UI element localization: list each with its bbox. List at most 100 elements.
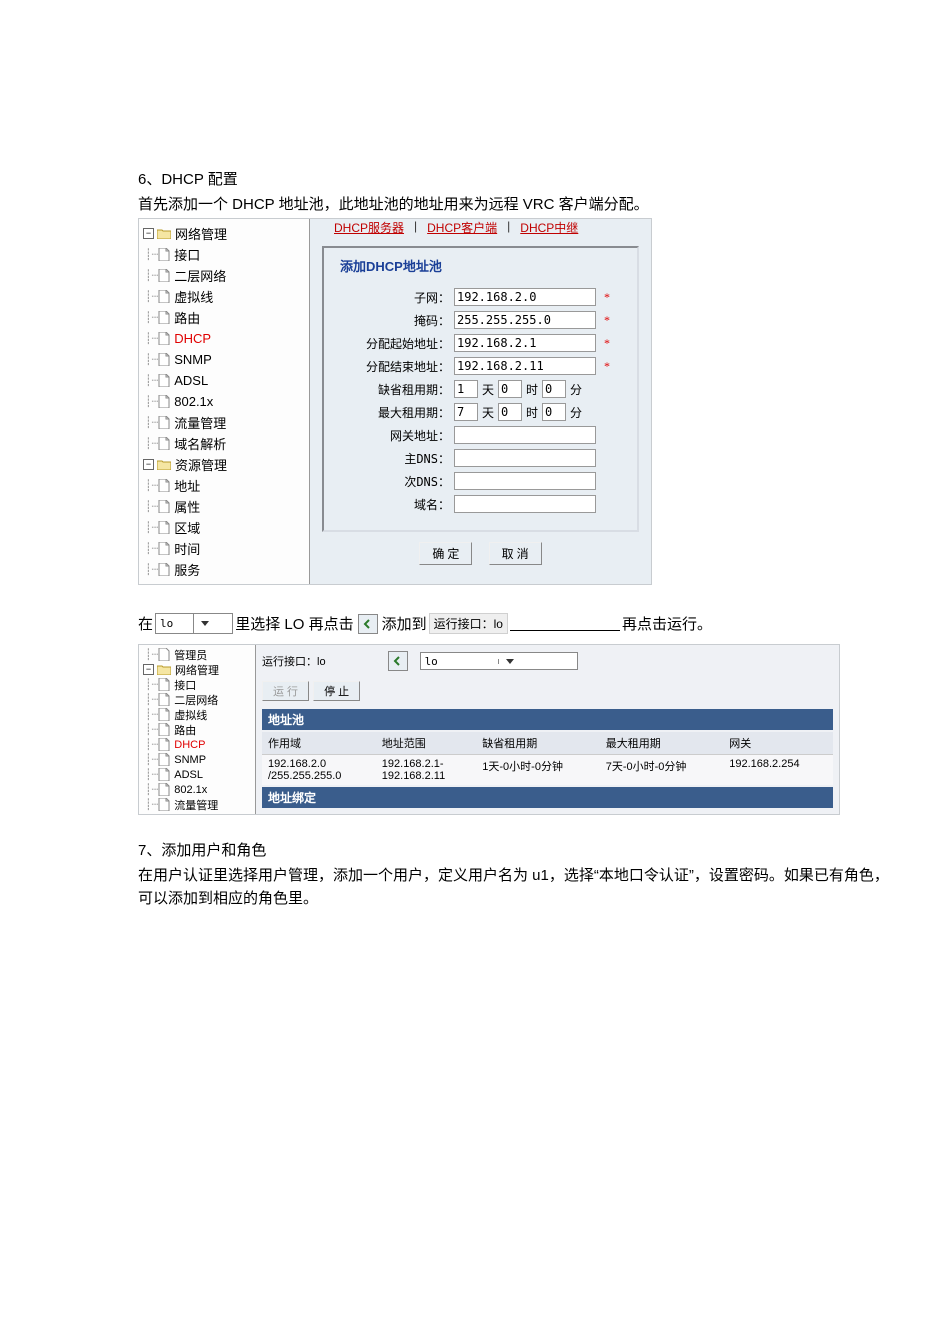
collapse-icon[interactable]: − <box>143 459 154 470</box>
tree-label: 流量管理 <box>174 797 218 813</box>
cell-range: 192.168.2.1- 192.168.2.11 <box>376 755 476 786</box>
input-max-lease-hours[interactable] <box>498 403 522 421</box>
tree-item[interactable]: ┊┈802.1x <box>139 782 255 797</box>
input-end-addr[interactable] <box>454 357 596 375</box>
tree-label: 网络管理 <box>175 662 219 678</box>
inline-instruction: 在 lo 里选择 LO 再点击 添加到 运行接口：lo 再点击运行。 <box>138 613 890 634</box>
tree-item[interactable]: ┊┈路由 <box>139 307 309 328</box>
tree-item[interactable]: ┊┈ 管理员 <box>139 647 255 662</box>
tree-item[interactable]: ┊┈802.1x <box>139 391 309 412</box>
file-icon <box>158 753 170 766</box>
file-icon <box>158 374 170 387</box>
tree-label: SNMP <box>174 352 212 367</box>
label-domain: 域名： <box>330 496 450 513</box>
unit-hour: 时 <box>526 381 538 398</box>
nav-tree-small: ┊┈ 管理员 − 网络管理 ┊┈接口┊┈二层网络┊┈虚拟线┊┈路由┊┈DHCP┊… <box>139 645 256 814</box>
input-default-lease-hours[interactable] <box>498 380 522 398</box>
tab-dhcp-server[interactable]: DHCP服务器 <box>334 219 404 236</box>
tree-item[interactable]: ┊┈地址 <box>139 475 309 496</box>
file-icon <box>158 290 170 303</box>
tree-item[interactable]: ┊┈服务 <box>139 559 309 580</box>
input-max-lease-days[interactable] <box>454 403 478 421</box>
section-6-intro: 首先添加一个 DHCP 地址池，此地址池的地址用来为远程 VRC 客户端分配。 <box>138 193 890 214</box>
input-start-addr[interactable] <box>454 334 596 352</box>
tab-separator: | <box>507 219 510 236</box>
unit-hour: 时 <box>526 404 538 421</box>
blank-underline <box>510 616 620 631</box>
tree-item[interactable]: ┊┈路由 <box>139 722 255 737</box>
arrow-left-icon[interactable] <box>358 614 378 634</box>
input-default-lease-days[interactable] <box>454 380 478 398</box>
tree-item[interactable]: ┊┈流量管理 <box>139 797 255 812</box>
required-mark: * <box>604 359 610 374</box>
tree-folder-network-small[interactable]: − 网络管理 <box>139 662 255 677</box>
tree-label: 时间 <box>174 539 200 558</box>
tree-item[interactable]: ┊┈流量管理 <box>139 412 309 433</box>
tree-item[interactable]: ┊┈虚拟线 <box>139 286 309 307</box>
collapse-icon[interactable]: − <box>143 228 154 239</box>
folder-icon <box>157 459 171 470</box>
tree-item[interactable]: ┊┈二层网络 <box>139 692 255 707</box>
label-secondary-dns: 次DNS： <box>330 473 450 490</box>
cancel-button[interactable]: 取 消 <box>489 542 542 565</box>
file-icon <box>158 395 170 408</box>
address-binding-heading: 地址绑定 <box>262 787 833 808</box>
tab-dhcp-client[interactable]: DHCP客户端 <box>427 219 497 236</box>
unit-day: 天 <box>482 404 494 421</box>
tree-item[interactable]: ┊┈域名解析 <box>139 433 309 454</box>
tree-label: 802.1x <box>174 784 207 796</box>
ok-button[interactable]: 确 定 <box>419 542 472 565</box>
tree-label: 二层网络 <box>174 266 226 285</box>
input-max-lease-mins[interactable] <box>542 403 566 421</box>
tree-item[interactable]: ┊┈SNMP <box>139 349 309 370</box>
file-icon <box>158 332 170 345</box>
tree-item[interactable]: ┊┈时间 <box>139 538 309 559</box>
running-interface-label: 运行接口：lo <box>262 653 326 669</box>
collapse-icon[interactable]: − <box>143 664 154 675</box>
tree-item[interactable]: ┊┈属性 <box>139 496 309 517</box>
file-icon <box>158 693 170 706</box>
file-icon <box>158 678 170 691</box>
tree-item[interactable]: ┊┈接口 <box>139 677 255 692</box>
file-icon <box>158 479 170 492</box>
tree-item[interactable]: ┊┈区域 <box>139 517 309 538</box>
tree-label: 路由 <box>174 722 196 738</box>
tree-item[interactable]: ┊┈接口 <box>139 244 309 265</box>
tree-item[interactable]: ┊┈二层网络 <box>139 265 309 286</box>
chevron-down-icon[interactable] <box>193 614 232 633</box>
tree-item[interactable]: ┊┈虚拟线 <box>139 707 255 722</box>
input-subnet[interactable] <box>454 288 596 306</box>
tree-item[interactable]: ┊┈ADSL <box>139 767 255 782</box>
tree-folder-resource[interactable]: − 资源管理 <box>139 454 309 475</box>
tab-separator: | <box>414 219 417 236</box>
interface-combobox[interactable]: lo <box>155 613 233 634</box>
arrow-left-icon[interactable] <box>388 651 408 671</box>
run-button[interactable]: 运 行 <box>262 681 309 701</box>
input-primary-dns[interactable] <box>454 449 596 467</box>
tree-item[interactable]: ┊┈DHCP <box>139 737 255 752</box>
stop-button[interactable]: 停 止 <box>313 681 360 701</box>
tab-dhcp-relay[interactable]: DHCP中继 <box>520 219 578 236</box>
tree-item[interactable]: ┊┈ADSL <box>139 370 309 391</box>
label-mask: 掩码： <box>330 312 450 329</box>
input-domain[interactable] <box>454 495 596 513</box>
combobox-value: lo <box>156 617 193 630</box>
label-end-addr: 分配结束地址： <box>330 358 450 375</box>
input-secondary-dns[interactable] <box>454 472 596 490</box>
tree-folder-network[interactable]: − 网络管理 <box>139 223 309 244</box>
table-row[interactable]: 192.168.2.0 /255.255.255.0 192.168.2.1- … <box>262 755 833 786</box>
interface-combobox-small[interactable]: lo <box>420 652 578 670</box>
chevron-down-icon[interactable] <box>498 659 577 664</box>
tree-item[interactable]: ┊┈SNMP <box>139 752 255 767</box>
input-mask[interactable] <box>454 311 596 329</box>
section-7-title: 7、添加用户和角色 <box>138 839 890 860</box>
tree-label: 网络管理 <box>175 224 227 243</box>
file-icon <box>158 416 170 429</box>
tree-item[interactable]: ┊┈DHCP <box>139 328 309 349</box>
form-title: 添加DHCP地址池 <box>330 256 637 285</box>
file-icon <box>158 783 170 796</box>
input-default-lease-mins[interactable] <box>542 380 566 398</box>
input-gateway[interactable] <box>454 426 596 444</box>
tree-label: 域名解析 <box>174 434 226 453</box>
file-icon <box>158 353 170 366</box>
